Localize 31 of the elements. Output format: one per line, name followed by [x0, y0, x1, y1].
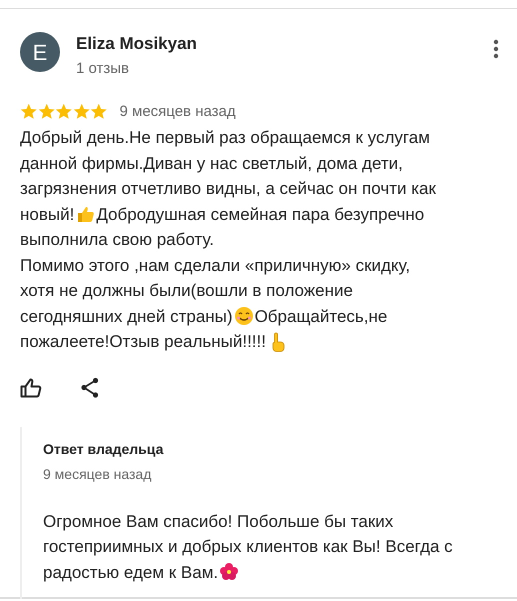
review-text: Добрый день.Не первый раз обращаемся к услугам — [20, 127, 430, 149]
review-text: загрязнения отчетливо видны, а сейчас он почти как — [20, 178, 436, 200]
share-icon[interactable] — [80, 376, 100, 398]
review-text: сегодняшних дней страны) — [20, 306, 233, 328]
star-icon — [90, 103, 108, 120]
review-text: радостью едем к Вам. — [43, 562, 218, 584]
star-icon — [55, 103, 72, 120]
review-text: новый! — [20, 204, 74, 226]
star-icon — [38, 103, 55, 120]
review-text: Помимо этого ,нам сделали «приличную» скидку, — [20, 254, 410, 276]
star-icon — [72, 103, 90, 120]
smiling-face-icon — [234, 306, 254, 326]
review-text: данной фирмы.Диван у нас светлый, дома дети, — [20, 152, 403, 174]
avatar: E — [20, 32, 60, 72]
author-name: Eliza Mosikyan — [76, 34, 197, 54]
review-text: Огромное Вам спасибо! Побольше бы таких — [43, 510, 394, 532]
review-text: пожалеете!Отзыв реальный!!!!! — [20, 331, 266, 353]
hibiscus-icon — [219, 562, 240, 582]
review-text: Добродушная семейная пара безупречно — [96, 204, 424, 226]
reply-date: 9 месяцев назад — [43, 464, 152, 484]
review-text: гостеприимных и добрых клиентов как Вы! Всегда с — [43, 536, 453, 558]
review-date: 9 месяцев назад — [120, 102, 236, 122]
review-text: выполнила свою работу. — [20, 229, 214, 251]
like-button[interactable] — [20, 378, 42, 398]
review-count: 1 отзыв — [76, 59, 130, 79]
star-icon — [20, 103, 38, 120]
review-text: хотя не должны были(вошли в положение — [20, 280, 353, 302]
reply-title: Ответ владельца — [43, 440, 164, 459]
more-options-icon[interactable] — [493, 39, 499, 59]
thumbs-up-icon — [75, 204, 96, 224]
review-text: Обращайтесь,не — [254, 306, 388, 328]
